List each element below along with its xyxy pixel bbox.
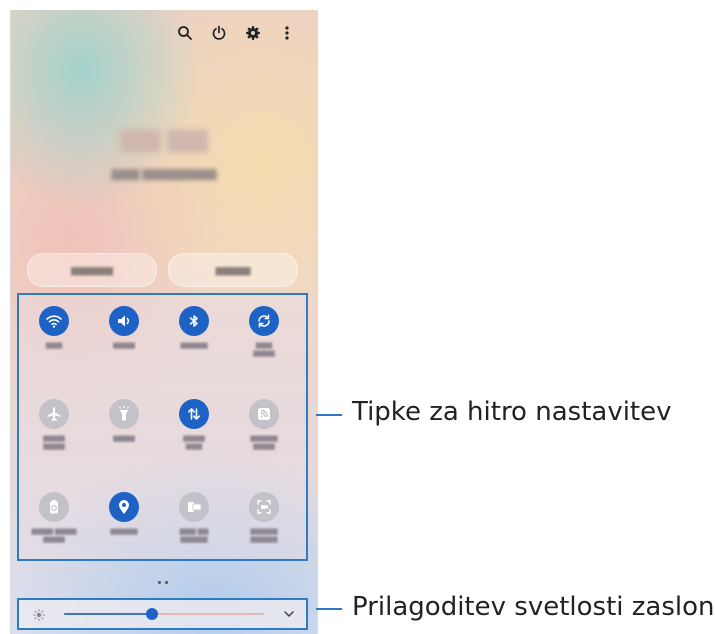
bluetooth-icon <box>179 306 209 336</box>
brightness-control <box>17 598 308 630</box>
power-icon[interactable] <box>209 23 229 43</box>
tile-label-blurred: ▆▆▆▆ ▆▆▆▆ <box>43 435 65 450</box>
tile-sound[interactable]: ▆▆▆▆ <box>94 306 154 350</box>
chevron-down-icon[interactable] <box>282 607 296 621</box>
screen-recorder-icon <box>249 492 279 522</box>
more-vertical-icon[interactable] <box>277 23 297 43</box>
tile-label-blurred: ▆▆▆▆▆▆▆ <box>183 435 205 450</box>
tile-label-blurred: ▆▆▆▆ <box>113 342 135 349</box>
tile-label-blurred: ▆▆▆▆▆ ▆▆▆▆ <box>250 435 278 450</box>
tile-label-blurred: ▆▆▆▆▆▆▆ <box>253 342 275 357</box>
tile-link-to-windows[interactable]: ▆▆▆ ▆▆ ▆▆▆▆▆ <box>164 492 224 544</box>
tile-wifi[interactable]: ▆▆▆ <box>24 306 84 350</box>
flashlight-icon <box>109 399 139 429</box>
tile-bluetooth[interactable]: ▆▆▆▆▆ <box>164 306 224 350</box>
tile-label-blurred: ▆▆▆ <box>45 342 63 349</box>
tile-location[interactable]: ▆▆▆▆▆ <box>94 492 154 536</box>
location-icon <box>109 492 139 522</box>
callout-line-quick-settings <box>316 414 342 416</box>
callout-line-brightness <box>316 608 342 610</box>
media-button[interactable]: ▆▆▆▆▆ <box>168 253 298 287</box>
tile-flashlight[interactable]: ▆▆▆▆ <box>94 399 154 443</box>
quick-panel-toolbar <box>175 23 297 43</box>
airplane-icon <box>39 399 69 429</box>
tile-hotspot[interactable]: ▆▆▆▆▆ ▆▆▆▆ <box>234 399 294 451</box>
quick-settings-panel: ▆▆▆ ▆▆▆▆ ▆▆▆▆▆ ▆▆▆ ▆▆▆▆ ▆▆▆▆ ▆▆▆▆ ▆▆▆▆ ▆… <box>17 293 308 561</box>
wifi-icon <box>39 306 69 336</box>
quick-panel-screen: ▆▆ ▆▆ ▆▆▆ ▆▆▆▆▆▆▆▆ ▆▆▆▆▆▆ ▆▆▆▆▆ ▆▆▆ ▆▆▆▆… <box>10 10 318 634</box>
brightness-slider-fill <box>64 613 152 615</box>
brightness-slider-thumb[interactable] <box>146 608 158 620</box>
auto-rotate-icon <box>249 306 279 336</box>
link-to-windows-icon <box>179 492 209 522</box>
sound-icon <box>109 306 139 336</box>
tile-power-saving[interactable]: ▆▆▆▆ ▆▆▆▆ ▆▆▆▆ <box>24 492 84 544</box>
sun-icon <box>33 608 45 621</box>
tile-label-blurred: ▆▆▆▆▆ <box>110 528 138 535</box>
callout-brightness: Prilagoditev svetlosti zaslona. <box>352 592 715 622</box>
blurred-clock: ▆▆ ▆▆ <box>120 122 208 152</box>
power-saving-icon <box>39 492 69 522</box>
tile-label-blurred: ▆▆▆ ▆▆ ▆▆▆▆▆ <box>179 528 209 543</box>
search-icon[interactable] <box>175 23 195 43</box>
tile-screen-recorder[interactable]: ▆▆▆▆▆ ▆▆▆▆▆ <box>234 492 294 544</box>
tile-auto-rotate[interactable]: ▆▆▆ ▆▆▆▆ <box>234 306 294 358</box>
tile-label-blurred: ▆▆▆▆ <box>113 435 135 442</box>
tile-airplane[interactable]: ▆▆▆▆ ▆▆▆▆ <box>24 399 84 451</box>
devices-button[interactable]: ▆▆▆▆▆▆ <box>27 253 157 287</box>
gear-icon[interactable] <box>243 23 263 43</box>
tile-label-blurred: ▆▆▆▆▆ <box>180 342 208 349</box>
hotspot-icon <box>249 399 279 429</box>
callout-quick-settings: Tipke za hitro nastavitev <box>352 397 672 427</box>
blurred-date: ▆▆▆ ▆▆▆▆▆▆▆▆ <box>111 166 217 180</box>
tile-label-blurred: ▆▆▆▆ ▆▆▆▆ ▆▆▆▆ <box>31 528 77 543</box>
page-indicator <box>158 581 168 584</box>
brightness-slider[interactable] <box>64 608 264 620</box>
tile-mobile-data[interactable]: ▆▆▆▆ ▆▆▆ <box>164 399 224 451</box>
tile-label-blurred: ▆▆▆▆▆ ▆▆▆▆▆ <box>250 528 278 543</box>
mobile-data-icon <box>179 399 209 429</box>
